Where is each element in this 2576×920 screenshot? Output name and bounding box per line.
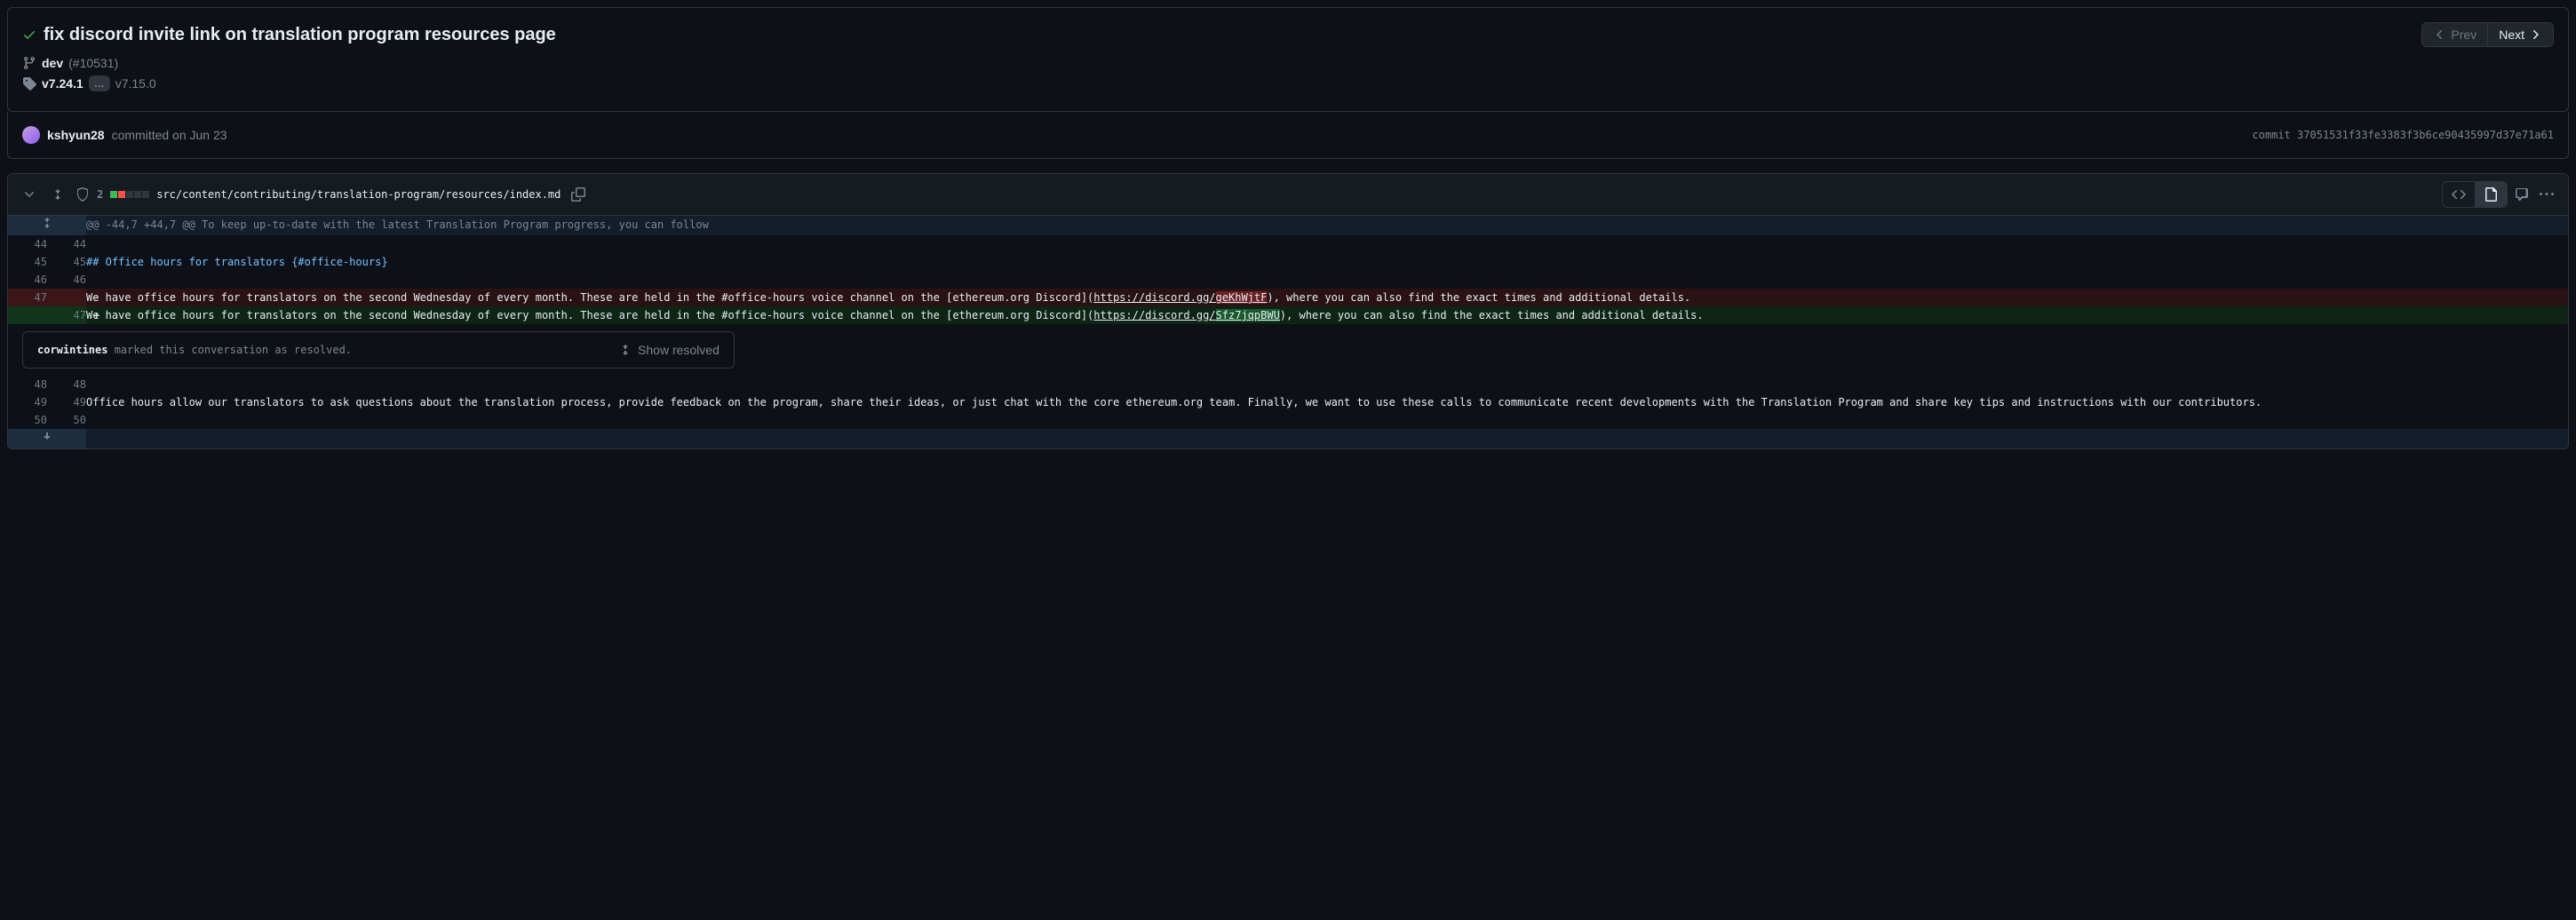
avatar[interactable] (22, 126, 40, 144)
commit-sha-label: commit (2252, 129, 2290, 141)
diff-stat (110, 191, 149, 198)
diff-line[interactable]: 4848 (8, 376, 2568, 393)
page-title: fix discord invite link on translation p… (44, 25, 556, 45)
tag-start[interactable]: v7.24.1 (42, 76, 83, 91)
commit-sha[interactable]: 37051531f33fe3383f3b6ce90435997d37e71a61 (2297, 129, 2554, 141)
expand-icon[interactable] (47, 184, 68, 205)
diff-line[interactable]: 4646 (8, 271, 2568, 289)
check-icon (22, 28, 36, 42)
comment-button[interactable] (2511, 184, 2532, 205)
show-resolved-button[interactable]: Show resolved (618, 343, 720, 357)
tag-ellipsis-button[interactable]: … (89, 75, 110, 91)
resolved-user[interactable]: corwintines (37, 344, 107, 356)
author-name[interactable]: kshyun28 (47, 128, 105, 142)
view-toggle (2442, 181, 2508, 208)
diff-table: @@ -44,7 +44,7 @@ To keep up-to-date wit… (8, 216, 2568, 448)
tag-icon (22, 76, 36, 91)
diff-line[interactable]: 4444 (8, 235, 2568, 253)
copy-path-button[interactable] (568, 184, 589, 205)
diff-line[interactable]: 47+We have office hours for translators … (8, 306, 2568, 324)
pr-number[interactable]: (#10531) (68, 56, 118, 70)
git-branch-icon (22, 56, 36, 70)
diff-line[interactable]: 4545 ## Office hours for translators {#o… (8, 253, 2568, 271)
branch-name[interactable]: dev (42, 56, 63, 70)
nav-buttons: Prev Next (2421, 22, 2554, 47)
resolved-box: corwintines marked this conversation as … (22, 331, 735, 369)
expand-row[interactable] (8, 429, 2568, 448)
source-view-button[interactable] (2443, 182, 2475, 207)
tag-end[interactable]: v7.15.0 (115, 76, 156, 91)
collapse-file-button[interactable] (19, 184, 40, 205)
commit-action: committed on Jun 23 (112, 128, 227, 142)
resolved-text: marked this conversation as resolved. (107, 344, 352, 356)
hunk-header: @@ -44,7 +44,7 @@ To keep up-to-date wit… (8, 216, 2568, 235)
diff-line[interactable]: 47-We have office hours for translators … (8, 289, 2568, 306)
kebab-menu-button[interactable] (2536, 184, 2557, 205)
next-button[interactable]: Next (2487, 23, 2553, 46)
diff-line[interactable]: 5050 (8, 411, 2568, 429)
rendered-view-button[interactable] (2475, 182, 2507, 207)
file-path[interactable]: src/content/contributing/translation-pro… (156, 188, 561, 201)
shield-icon (76, 187, 90, 202)
prev-button: Prev (2422, 23, 2487, 46)
diff-line[interactable]: 4949 Office hours allow our translators … (8, 393, 2568, 411)
change-count: 2 (97, 188, 103, 201)
